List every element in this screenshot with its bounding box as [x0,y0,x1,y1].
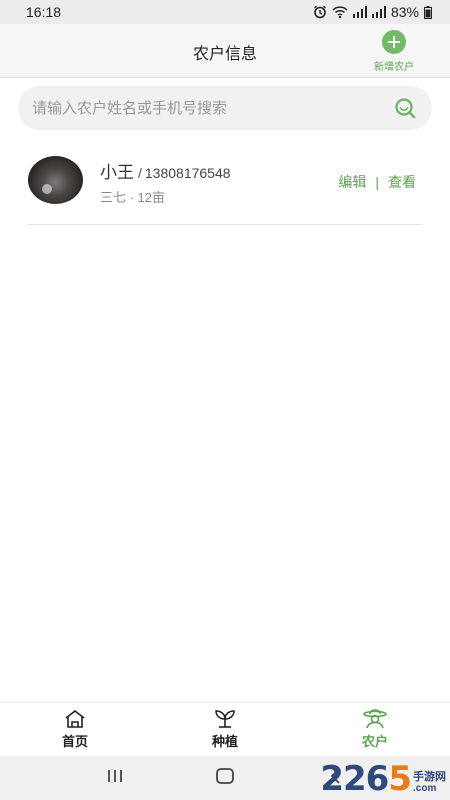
watermark-digits-c: 5 [388,759,412,799]
farmer-actions: 编辑 | 查看 [338,172,416,192]
watermark-digits-a: 22 [320,759,366,799]
action-divider: | [375,174,379,190]
status-time: 16:18 [26,4,62,20]
nav-label-home: 首页 [61,734,88,749]
recent-apps-button[interactable] [95,763,135,793]
watermark-logo: 2265 手游网 .com [320,762,446,796]
status-bar: 16:18 83% [0,0,450,24]
watermark-text: 手游网 .com [413,771,446,794]
home-system-button[interactable] [205,763,245,793]
bottom-nav: 首页 种植 农户 [0,702,450,756]
farmer-crop-area: 三七 · 12亩 [100,190,166,205]
search-bar [18,86,432,130]
status-icons: 83% [313,4,432,20]
home-square-icon [215,767,235,790]
alarm-icon [313,5,327,19]
avatar [28,156,83,204]
search-input[interactable] [32,99,392,117]
add-farmer-label: 新增农户 [374,62,414,73]
home-icon [63,709,87,729]
nav-label-planting: 种植 [211,734,238,749]
watermark-cn: 手游网 [413,770,446,783]
signal-icon [352,6,367,18]
edit-button[interactable]: 编辑 [338,172,366,192]
wifi-icon [332,5,348,19]
name-separator: / [138,165,142,181]
farmer-name: 小王 [100,163,134,182]
sprout-icon [213,709,237,729]
nav-label-farmer: 农户 [361,734,388,749]
recent-apps-icon [106,768,124,789]
watermark-number: 2265 [320,759,412,799]
watermark-digits-b: 6 [365,759,390,799]
search-icon[interactable] [392,95,418,121]
signal-icon-2 [371,6,386,18]
battery-icon [424,5,432,19]
add-farmer-button[interactable]: 新增农户 [366,30,422,73]
nav-item-farmer[interactable]: 农户 [300,703,450,756]
farmer-name-line: 小王/13808176548 [100,158,231,183]
nav-item-home[interactable]: 首页 [0,703,150,756]
view-button[interactable]: 查看 [388,172,416,192]
header: 农户信息 新增农户 [0,24,450,78]
farmer-icon [362,709,388,729]
farmer-list-item: 小王/13808176548 三七 · 12亩 编辑 | 查看 [28,152,422,225]
farmer-phone: 13808176548 [144,165,231,181]
nav-item-planting[interactable]: 种植 [150,703,300,756]
battery-percent: 83% [390,4,419,20]
watermark-domain: .com [413,783,437,794]
plus-icon [382,30,406,54]
